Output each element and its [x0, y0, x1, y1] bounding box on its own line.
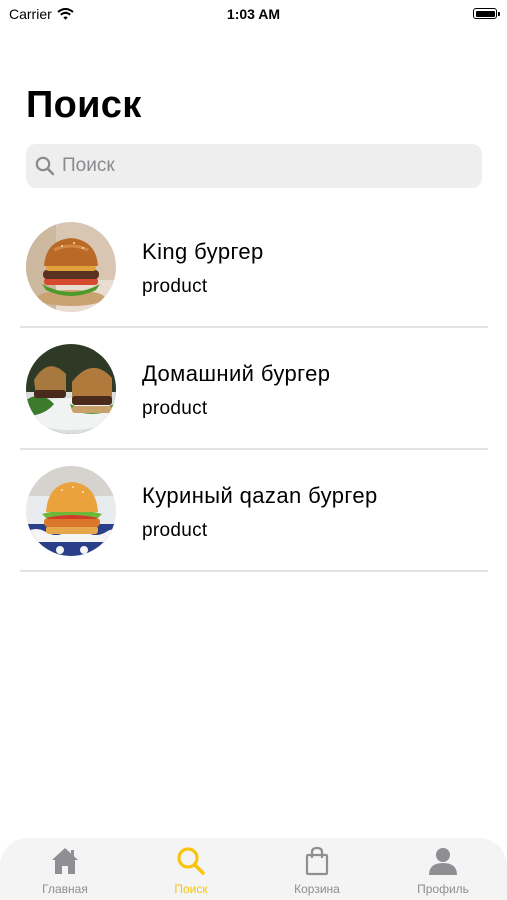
tab-home[interactable]: Главная [2, 838, 128, 900]
product-subtitle: product [142, 276, 208, 297]
product-image [26, 466, 116, 556]
tab-label: Главная [42, 882, 88, 896]
product-subtitle: product [142, 520, 208, 541]
tab-label: Поиск [174, 882, 208, 896]
status-bar: Carrier 1:03 AM [0, 0, 507, 30]
home-icon [52, 848, 78, 874]
product-name: Домашний бургер [142, 361, 331, 386]
product-image [26, 344, 116, 434]
search-icon [177, 847, 205, 875]
product-image [26, 222, 116, 312]
list-item[interactable]: Домашний бургер product [0, 328, 507, 450]
tab-label: Корзина [294, 882, 340, 896]
product-list: King бургер product Домашний бургер prod… [0, 206, 507, 572]
product-name: King бургер [142, 239, 264, 264]
shopping-bag-icon [305, 846, 329, 876]
search-bar[interactable] [26, 144, 482, 188]
tab-search[interactable]: Поиск [128, 838, 254, 900]
search-input[interactable] [62, 144, 462, 188]
battery-icon [473, 8, 500, 19]
list-item[interactable]: King бургер product [0, 206, 507, 328]
tab-bar: Главная Поиск Корзина Профиль [0, 838, 507, 900]
tab-profile[interactable]: Профиль [380, 838, 506, 900]
divider [20, 570, 488, 572]
profile-icon [429, 848, 457, 875]
list-item[interactable]: Куриный qazan бургер product [0, 450, 507, 572]
product-subtitle: product [142, 398, 208, 419]
tab-cart[interactable]: Корзина [254, 838, 380, 900]
clock: 1:03 AM [226, 6, 281, 22]
product-name: Куриный qazan бургер [142, 483, 378, 508]
tab-label: Профиль [417, 882, 469, 896]
page-title: Поиск [26, 84, 142, 126]
search-icon [35, 156, 55, 176]
